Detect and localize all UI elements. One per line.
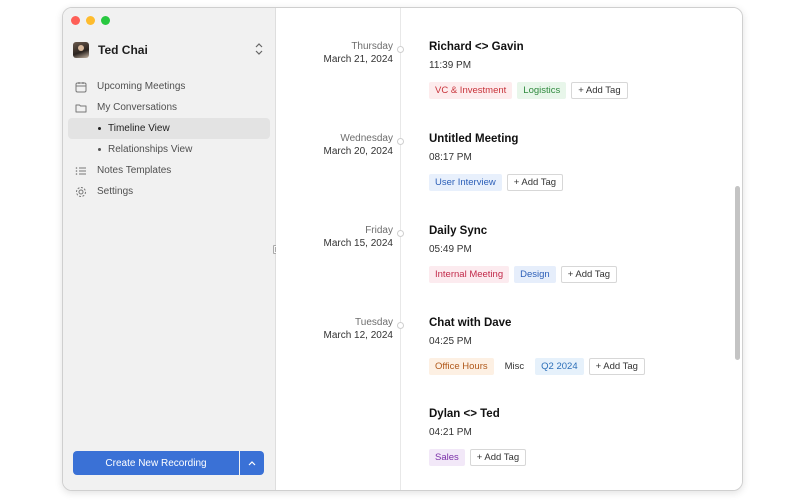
tag-chip[interactable]: VC & Investment xyxy=(429,82,513,99)
tag-list: Internal Meeting Design + Add Tag xyxy=(429,266,618,283)
bullet-icon xyxy=(98,127,101,130)
entry-content: Daily Sync 05:49 PM Internal Meeting Design… xyxy=(429,224,618,283)
entry-content: Richard <> Gavin 11:39 PM VC & Investment L… xyxy=(429,40,628,99)
minimize-window-button[interactable] xyxy=(86,16,95,25)
entry-weekday: Tuesday xyxy=(355,317,393,328)
entry-date: Wednesday March 20, 2024 xyxy=(296,132,394,158)
sidebar-item-settings[interactable]: Settings xyxy=(68,181,270,202)
sidebar-item-timeline-view[interactable]: Timeline View xyxy=(68,118,270,139)
tag-chip[interactable]: Office Hours xyxy=(429,358,494,375)
timeline-axis xyxy=(400,8,401,490)
add-tag-button[interactable]: + Add Tag xyxy=(571,82,628,99)
tag-list: User Interview + Add Tag xyxy=(429,174,564,191)
meeting-time: 05:49 PM xyxy=(429,244,472,255)
timeline-node xyxy=(397,230,404,237)
meeting-time: 08:17 PM xyxy=(429,152,472,163)
sidebar-item-label: Settings xyxy=(97,186,134,197)
window-controls xyxy=(71,16,110,25)
tag-chip[interactable]: Design xyxy=(514,266,556,283)
entry-date: Tuesday March 12, 2024 xyxy=(296,316,394,342)
app-window: Ted Chai Upcoming Meetings My Conversati… xyxy=(62,7,743,491)
tag-chip[interactable]: Q2 2024 xyxy=(535,358,584,375)
sidebar-item-label: Relationships View xyxy=(108,144,193,155)
tag-chip[interactable]: Internal Meeting xyxy=(429,266,510,283)
meeting-title[interactable]: Daily Sync xyxy=(429,224,617,238)
sidebar-item-my-conversations[interactable]: My Conversations xyxy=(68,97,270,118)
entry-date: Friday March 15, 2024 xyxy=(296,224,394,250)
timeline-node xyxy=(397,322,404,329)
timeline-panel: Thursday March 21, 2024 Richard <> Gavin 11… xyxy=(276,8,742,490)
sidebar-item-label: Notes Templates xyxy=(97,165,172,176)
account-switcher[interactable]: Ted Chai xyxy=(73,40,265,60)
timeline-node xyxy=(397,46,404,53)
add-tag-button[interactable]: + Add Tag xyxy=(469,449,527,466)
entry-weekday: Thursday xyxy=(351,41,393,52)
meeting-time: 04:25 PM xyxy=(429,336,472,347)
calendar-icon xyxy=(75,81,87,93)
entry-content: Dylan <> Ted 04:21 PM Sales + Add Tag xyxy=(429,407,527,466)
vertical-scrollbar[interactable] xyxy=(735,186,740,360)
meeting-title[interactable]: Chat with Dave xyxy=(429,316,645,330)
record-options-button[interactable] xyxy=(240,451,264,475)
tag-chip[interactable]: Logistics xyxy=(517,82,567,99)
tag-chip[interactable]: Misc xyxy=(499,358,531,375)
create-new-recording-button[interactable]: Create New Recording xyxy=(73,451,239,475)
entry-content: Chat with Dave 04:25 PM Office Hours Misc Q2… xyxy=(429,316,645,375)
sidebar-item-upcoming-meetings[interactable]: Upcoming Meetings xyxy=(68,76,270,97)
chevron-up-down-icon[interactable] xyxy=(253,43,265,57)
add-tag-button[interactable]: + Add Tag xyxy=(560,266,618,283)
meeting-title[interactable]: Richard <> Gavin xyxy=(429,40,628,54)
meeting-time: 04:21 PM xyxy=(429,427,472,438)
record-button-group: Create New Recording xyxy=(73,451,264,475)
close-window-button[interactable] xyxy=(71,16,80,25)
sidebar-item-relationships-view[interactable]: Relationships View xyxy=(68,139,270,160)
entry-date: Thursday March 21, 2024 xyxy=(296,40,394,66)
gear-icon xyxy=(75,186,87,198)
meeting-time: 11:39 PM xyxy=(429,60,472,71)
zoom-window-button[interactable] xyxy=(101,16,110,25)
sidebar-item-label: Upcoming Meetings xyxy=(97,81,186,92)
tag-chip[interactable]: Sales xyxy=(429,449,465,466)
entry-date-label: March 20, 2024 xyxy=(323,146,394,157)
add-tag-button[interactable]: + Add Tag xyxy=(506,174,564,191)
sidebar-item-label: Timeline View xyxy=(108,123,170,134)
avatar xyxy=(73,42,89,58)
entry-date-label: March 21, 2024 xyxy=(323,54,394,65)
bullet-icon xyxy=(98,148,101,151)
sidebar-nav: Upcoming Meetings My Conversations Timel… xyxy=(68,76,270,202)
folder-icon xyxy=(75,102,87,114)
tag-chip[interactable]: User Interview xyxy=(429,174,502,191)
entry-weekday: Friday xyxy=(365,225,393,236)
tag-list: Office Hours Misc Q2 2024 + Add Tag xyxy=(429,358,645,375)
entry-date-label: March 15, 2024 xyxy=(323,238,394,249)
sidebar: Ted Chai Upcoming Meetings My Conversati… xyxy=(63,8,276,490)
chevron-up-icon xyxy=(248,458,256,468)
meeting-title[interactable]: Dylan <> Ted xyxy=(429,407,526,421)
timeline-node xyxy=(397,138,404,145)
list-icon xyxy=(75,165,87,177)
tag-list: Sales + Add Tag xyxy=(429,449,527,466)
entry-content: Untitled Meeting 08:17 PM User Interview + … xyxy=(429,132,564,191)
user-name: Ted Chai xyxy=(98,43,148,57)
add-tag-button[interactable]: + Add Tag xyxy=(588,358,645,375)
sidebar-item-label: My Conversations xyxy=(97,102,178,113)
meeting-title[interactable]: Untitled Meeting xyxy=(429,132,563,146)
entry-date-label: March 12, 2024 xyxy=(323,330,394,341)
sidebar-item-notes-templates[interactable]: Notes Templates xyxy=(68,160,270,181)
tag-list: VC & Investment Logistics + Add Tag xyxy=(429,82,628,99)
entry-weekday: Wednesday xyxy=(340,133,393,144)
